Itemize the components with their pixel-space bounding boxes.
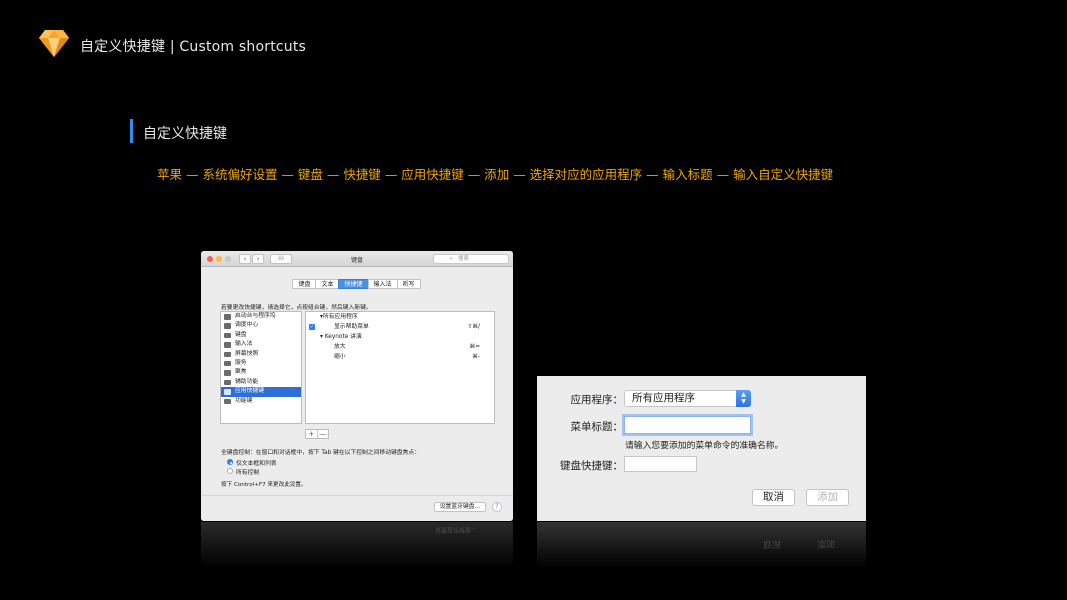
keyboard-shortcut-input[interactable]: [624, 456, 697, 472]
control-f7-hint: 按下 Control+F7 来更改此设置。: [221, 482, 307, 488]
shortcut-label: ▾ Keynote 讲演: [320, 334, 362, 340]
category-icon: [224, 360, 231, 367]
category-label: 聚焦: [235, 369, 247, 376]
section-accent-bar: [130, 119, 133, 143]
tab-2[interactable]: 快捷键: [338, 279, 369, 289]
category-label: 调度中心: [235, 322, 259, 329]
cancel-button[interactable]: 取消: [752, 489, 795, 506]
shortcut-key: ⇧⌘/: [467, 324, 480, 330]
category-icon: [224, 379, 231, 386]
section-title: 自定义快捷键: [143, 126, 227, 142]
search-placeholder: 搜索: [458, 256, 470, 262]
category-label: 功能键: [235, 397, 253, 404]
category-item[interactable]: 聚焦: [221, 368, 301, 377]
application-popup[interactable]: 所有应用程序 ▲ ▼: [624, 390, 751, 407]
shortcut-label: ▾所有应用程序: [320, 314, 358, 320]
menu-path-text: 苹果 — 系统偏好设置 — 键盘 — 快捷键 — 应用快捷键 — 添加 — 选择…: [157, 167, 834, 182]
category-label: 辅助功能: [235, 378, 259, 385]
category-label: 屏幕快照: [235, 350, 259, 357]
menu-title-input[interactable]: [624, 416, 751, 434]
window-footer: 设置蓝牙键盘... ?: [201, 495, 513, 521]
application-label: 应用程序：: [570, 394, 624, 406]
bluetooth-keyboard-button[interactable]: 设置蓝牙键盘...: [433, 502, 486, 512]
shortcut-key: ⌘=: [469, 344, 480, 350]
search-field[interactable]: ⌕ 搜索: [433, 254, 509, 264]
category-icon: [224, 314, 231, 320]
help-button[interactable]: ?: [492, 502, 502, 512]
page-title: 自定义快捷键 | Custom shortcuts: [80, 39, 307, 55]
menu-title-hint: 请输入您要添加的菜单命令的准确名称。: [625, 441, 784, 451]
sketch-diamond-icon: [39, 30, 69, 57]
shortcut-label: 显示帮助菜单: [334, 324, 369, 330]
radio-selected-icon: [227, 459, 233, 465]
full-keyboard-access-text: 全键盘控制：在窗口和对话框中，按下 Tab 键在以下控制之间移动键盘焦点：: [221, 450, 420, 456]
shortcut-row[interactable]: ▾所有应用程序: [306, 312, 494, 322]
instructions-text: 若要更改快捷键，请选择它，点按组合键，然后键入新键。: [221, 305, 372, 311]
checkbox-checked-icon[interactable]: ✓: [309, 324, 315, 330]
category-icon: [224, 398, 231, 405]
category-list[interactable]: 启动台与程序坞 调度中心键盘输入法屏幕快照服务聚焦辅助功能应用快捷键功能键: [220, 311, 302, 424]
menu-title-label: 菜单标题：: [570, 421, 624, 433]
preferences-tabs: 键盘 文本 快捷键 输入法 听写: [201, 279, 513, 289]
add-remove-buttons: + —: [305, 429, 329, 439]
category-icon: [224, 370, 231, 376]
keyboard-preferences-window: ‹ › ⁞⁞⁞ 键盘 ⌕ 搜索 键盘 文本 快捷键 输入法 听写 若要更改快捷键，请选择…: [201, 251, 513, 521]
radio-unselected-icon: [227, 468, 233, 474]
shortcut-row[interactable]: 缩小 ⌘-: [306, 352, 494, 362]
add-shortcut-dialog: 应用程序： 所有应用程序 ▲ ▼ 菜单标题： 请输入您要添加的菜单命令的准确名称。…: [537, 376, 866, 521]
category-icon: [224, 323, 231, 329]
reflection-text: 取消: [763, 538, 782, 548]
category-label: 启动台与程序坞: [235, 313, 276, 319]
add-button[interactable]: 添加: [806, 489, 849, 506]
shortcut-list[interactable]: ▾所有应用程序 ✓ 显示帮助菜单 ⇧⌘/ ▾ Keynote 讲演 放大 ⌘= 缩小 ⌘-: [305, 311, 495, 424]
shortcut-label: 缩小: [334, 354, 346, 360]
category-icon: [224, 332, 231, 339]
dialog-reflection: 取消 添加: [537, 522, 866, 568]
add-shortcut-button[interactable]: +: [306, 430, 317, 438]
tab-3[interactable]: 输入法: [367, 279, 398, 289]
category-item[interactable]: 辅助功能: [221, 378, 301, 387]
popup-arrows-icon: ▲ ▼: [736, 390, 751, 407]
category-label: 服务: [235, 359, 247, 366]
category-item[interactable]: 屏幕快照: [221, 350, 301, 359]
shortcut-label: 放大: [334, 344, 346, 350]
keyboard-shortcut-label: 键盘快捷键：: [560, 460, 623, 472]
category-item[interactable]: 服务: [221, 359, 301, 368]
category-item[interactable]: 键盘: [221, 331, 301, 340]
search-icon: ⌕: [450, 256, 454, 262]
category-item[interactable]: 输入法: [221, 340, 301, 349]
reflection-text: 添加: [817, 538, 836, 548]
category-label: 输入法: [235, 341, 253, 348]
category-label: 键盘: [235, 331, 247, 338]
category-item[interactable]: 功能键: [221, 397, 301, 406]
category-label: 应用快捷键: [235, 388, 264, 395]
category-item[interactable]: 应用快捷键: [221, 387, 301, 397]
category-icon: [224, 342, 231, 348]
tab-0[interactable]: 键盘: [292, 279, 317, 289]
radio-all-controls[interactable]: 所有控制: [227, 467, 259, 476]
shortcut-row[interactable]: 放大 ⌘=: [306, 342, 494, 352]
window-reflection: 设置蓝牙键盘...: [201, 522, 513, 568]
shortcut-row[interactable]: ✓ 显示帮助菜单 ⇧⌘/: [306, 322, 494, 332]
remove-shortcut-button[interactable]: —: [316, 430, 329, 438]
category-item[interactable]: 启动台与程序坞: [221, 312, 301, 321]
tab-1[interactable]: 文本: [315, 279, 340, 289]
shortcut-key: ⌘-: [472, 354, 480, 360]
application-popup-value: 所有应用程序: [632, 392, 695, 404]
category-item[interactable]: 调度中心: [221, 321, 301, 330]
category-icon: [224, 351, 231, 358]
window-titlebar: ‹ › ⁞⁞⁞ 键盘 ⌕ 搜索: [201, 251, 513, 267]
reflection-text: 设置蓝牙键盘...: [435, 526, 477, 533]
radio-text-boxes-lists[interactable]: 仅文本框和列表: [227, 458, 277, 467]
category-icon: [224, 389, 231, 395]
tab-4[interactable]: 听写: [396, 279, 421, 289]
shortcut-row[interactable]: ▾ Keynote 讲演: [306, 332, 494, 342]
